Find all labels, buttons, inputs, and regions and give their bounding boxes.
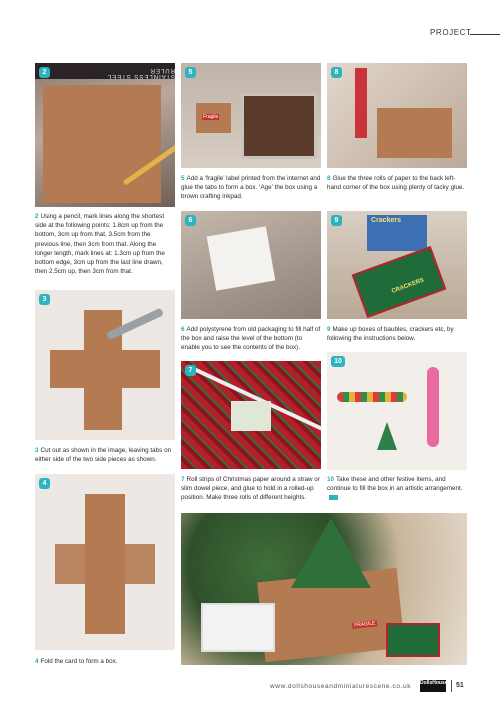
crackers-top-text: Crackers [371, 217, 401, 224]
step-number-5: 5 [181, 175, 185, 182]
crackers-box: CRACKERS [351, 246, 447, 318]
header-section-label: PROJECT [430, 28, 472, 37]
bauble-tray [201, 603, 275, 652]
kraft-card [43, 85, 161, 203]
step-number-7: 7 [181, 476, 185, 483]
photo-step-10: 10 [327, 352, 467, 470]
step-text-6: Add polystyrene from old packaging to fi… [181, 326, 321, 352]
polystyrene [206, 226, 276, 291]
photo-step-7: 7 [181, 361, 321, 469]
caption-step-10: 10 Take these and other festive items, an… [327, 475, 467, 503]
step-badge-7: 7 [185, 365, 196, 376]
kraft-folded-box [55, 494, 155, 634]
step-number-4: 4 [35, 658, 39, 665]
photo-step-5: Fragile 5 [181, 63, 321, 168]
page-number: 51 [456, 682, 464, 689]
christmas-paper [231, 401, 271, 431]
steel-ruler: STAINLESS STEEL RULER [35, 63, 175, 79]
header-rule [470, 34, 500, 35]
step-text-4: Fold the card to form a box. [40, 658, 118, 665]
photo-step-4: 4 [35, 474, 175, 650]
step-text-7: Roll strips of Christmas paper around a … [181, 476, 320, 502]
small-box: Fragile [196, 103, 231, 133]
step-text-2: Using a pencil, mark lines along the sho… [35, 213, 165, 276]
caption-step-3: 3 Cut out as shown in the image, leaving … [35, 446, 175, 464]
step-number-8: 8 [327, 175, 331, 182]
pink-tinsel [427, 367, 439, 447]
step-number-3: 3 [35, 447, 39, 454]
step-text-5: Add a ‘fragile’ label printed from the i… [181, 175, 321, 201]
caption-step-5: 5 Add a ‘fragile’ label printed from the … [181, 174, 321, 202]
step-number-6: 6 [181, 326, 185, 333]
step-badge-10: 10 [331, 356, 345, 367]
step-badge-9: 9 [331, 215, 342, 226]
caption-step-2: 2 Using a pencil, mark lines along the sh… [35, 212, 175, 276]
bauble-chain [337, 392, 407, 402]
footer-separator [451, 680, 452, 692]
step-text-9: Make up boxes of baubles, crackers etc, … [327, 326, 454, 343]
photo-step-3: 3 [35, 290, 175, 440]
caption-step-8: 8 Glue the three rolls of paper to the ba… [327, 174, 467, 192]
photo-final-arrangement: FRAGILE [181, 513, 467, 665]
step-badge-5: 5 [185, 67, 196, 78]
paper-roll [355, 68, 367, 138]
caption-step-4: 4 Fold the card to form a box. [35, 657, 175, 666]
christmas-tree [291, 518, 371, 588]
photo-step-9: Crackers CRACKERS 9 [327, 211, 467, 319]
crackers-box-text: CRACKERS [390, 277, 425, 295]
caption-step-7: 7 Roll strips of Christmas paper around a… [181, 475, 321, 503]
kraft-cutout-cross [50, 310, 160, 430]
crackers-box-small [386, 623, 440, 657]
inkpad [241, 93, 317, 159]
step-text-8: Glue the three rolls of paper to the bac… [327, 175, 465, 192]
crackers-box-top: Crackers [367, 215, 427, 251]
box-open [377, 108, 452, 158]
photo-step-8: 8 [327, 63, 467, 168]
fragile-sticker: FRAGILE [351, 620, 378, 629]
photo-step-2: STAINLESS STEEL RULER 2 [35, 63, 175, 207]
step-number-9: 9 [327, 326, 331, 333]
continue-arrow-icon [329, 495, 338, 501]
footer-brand-logo: DollsHouse [420, 680, 448, 692]
step-number-10: 10 [327, 476, 335, 483]
step-badge-8: 8 [331, 67, 342, 78]
photo-step-6: 6 [181, 211, 321, 319]
footer-website: www.dollshouseandminiaturescene.co.uk [270, 683, 412, 690]
step-number-2: 2 [35, 213, 39, 220]
step-text-3: Cut out as shown in the image, leaving t… [35, 447, 172, 464]
fragile-label: Fragile [202, 114, 220, 120]
step-badge-2: 2 [39, 67, 50, 78]
step-text-10: Take these and other festive items, and … [327, 476, 463, 493]
caption-step-6: 6 Add polystyrene from old packaging to f… [181, 325, 321, 353]
step-badge-6: 6 [185, 215, 196, 226]
step-badge-3: 3 [39, 294, 50, 305]
step-badge-4: 4 [39, 478, 50, 489]
ruler-text: STAINLESS STEEL RULER [106, 67, 175, 79]
mini-tree [377, 422, 397, 450]
caption-step-9: 9 Make up boxes of baubles, crackers etc,… [327, 325, 467, 343]
